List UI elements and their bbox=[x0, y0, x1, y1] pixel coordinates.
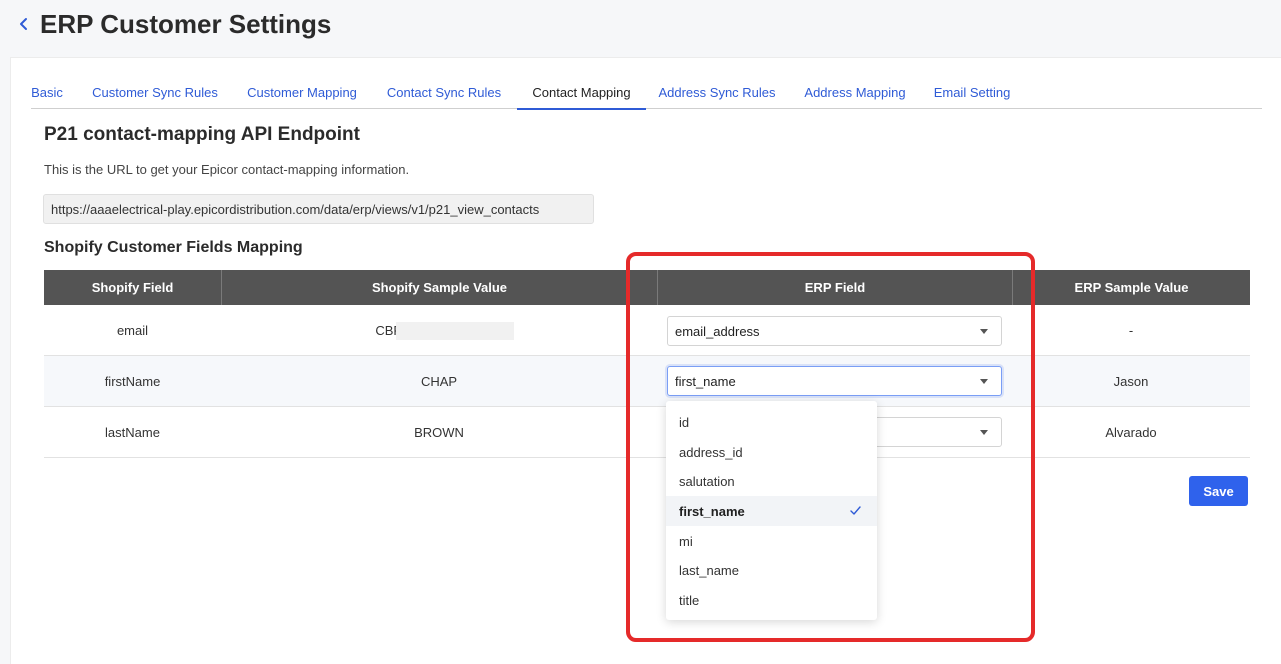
shopify-field-cell: email bbox=[116, 323, 149, 338]
redaction-block bbox=[396, 322, 514, 340]
erp-sample-cell: Jason bbox=[1113, 374, 1149, 389]
column-header: ERP Sample Value bbox=[1012, 270, 1250, 305]
option-label: address_id bbox=[679, 444, 743, 460]
column-header: Shopify Sample Value bbox=[221, 270, 657, 305]
option-label: salutation bbox=[679, 474, 735, 490]
mapping-title: Shopify Customer Fields Mapping bbox=[44, 239, 303, 256]
tab-address-mapping[interactable]: Address Mapping bbox=[801, 82, 909, 109]
endpoint-url-field[interactable]: https://aaaelectrical-play.epicordistrib… bbox=[43, 194, 594, 224]
page-header: ERP Customer Settings bbox=[0, 0, 1281, 56]
option-label: id bbox=[679, 415, 690, 430]
caret-down-icon bbox=[980, 430, 988, 435]
erp-field-dropdown: id address_id salutation first_name mi l… bbox=[666, 401, 877, 620]
tab-customer-mapping[interactable]: Customer Mapping bbox=[244, 82, 360, 109]
shopify-field-cell: lastName bbox=[105, 425, 160, 440]
tab-basic[interactable]: Basic bbox=[31, 82, 63, 109]
settings-card: Basic Customer Sync Rules Customer Mappi… bbox=[10, 57, 1281, 664]
dropdown-option-last-name[interactable]: last_name bbox=[666, 555, 877, 585]
erp-field-value: first_name bbox=[675, 374, 736, 389]
column-header: Shopify Field bbox=[91, 280, 174, 295]
dropdown-option-first-name[interactable]: first_name bbox=[666, 496, 877, 526]
dropdown-option-salutation[interactable]: salutation bbox=[666, 466, 877, 496]
endpoint-description: This is the URL to get your Epicor conta… bbox=[44, 162, 410, 177]
check-icon bbox=[850, 506, 861, 515]
caret-down-icon bbox=[980, 379, 988, 384]
shopify-field-cell: firstName bbox=[104, 374, 161, 389]
table-row: lastName BROWN Alvarado bbox=[44, 407, 1250, 458]
table-row: firstName CHAP first_name Jason bbox=[44, 356, 1250, 407]
dropdown-option-mi[interactable]: mi bbox=[666, 526, 877, 556]
chevron-left-icon bbox=[20, 18, 27, 30]
tab-contact-sync-rules[interactable]: Contact Sync Rules bbox=[384, 82, 504, 109]
page-title: ERP Customer Settings bbox=[40, 9, 332, 39]
dropdown-option-address-id[interactable]: address_id bbox=[666, 437, 877, 467]
save-button[interactable]: Save bbox=[1189, 476, 1248, 506]
dropdown-option-title[interactable]: title bbox=[666, 585, 877, 615]
erp-field-select[interactable]: first_name bbox=[667, 366, 1002, 396]
back-button[interactable] bbox=[16, 12, 32, 36]
tab-email-setting[interactable]: Email Setting bbox=[932, 82, 1012, 109]
option-label: mi bbox=[679, 533, 693, 549]
dropdown-option-id[interactable]: id bbox=[666, 407, 877, 437]
tab-customer-sync-rules[interactable]: Customer Sync Rules bbox=[90, 82, 220, 109]
tab-contact-mapping[interactable]: Contact Mapping bbox=[517, 82, 646, 110]
column-header: ERP Field bbox=[657, 270, 1012, 305]
erp-field-select[interactable]: email_address bbox=[667, 316, 1002, 346]
option-label: title bbox=[679, 593, 700, 609]
option-label: last_name bbox=[679, 563, 739, 579]
table-row: email CBROWN@S E.COM email_address - bbox=[44, 305, 1250, 356]
erp-sample-cell: - bbox=[1128, 323, 1134, 338]
erp-field-value: email_address bbox=[675, 324, 760, 339]
endpoint-title: P21 contact-mapping API Endpoint bbox=[44, 124, 360, 145]
table-header: Shopify Field Shopify Sample Value ERP F… bbox=[44, 270, 1250, 305]
shopify-sample-cell: CHAP bbox=[420, 374, 458, 389]
tab-bar: Basic Customer Sync Rules Customer Mappi… bbox=[31, 82, 1262, 110]
shopify-sample-cell: BROWN bbox=[414, 425, 464, 440]
erp-sample-cell: Alvarado bbox=[1105, 425, 1157, 440]
caret-down-icon bbox=[980, 329, 988, 334]
tab-address-sync-rules[interactable]: Address Sync Rules bbox=[656, 82, 778, 109]
option-label: first_name bbox=[679, 504, 745, 520]
